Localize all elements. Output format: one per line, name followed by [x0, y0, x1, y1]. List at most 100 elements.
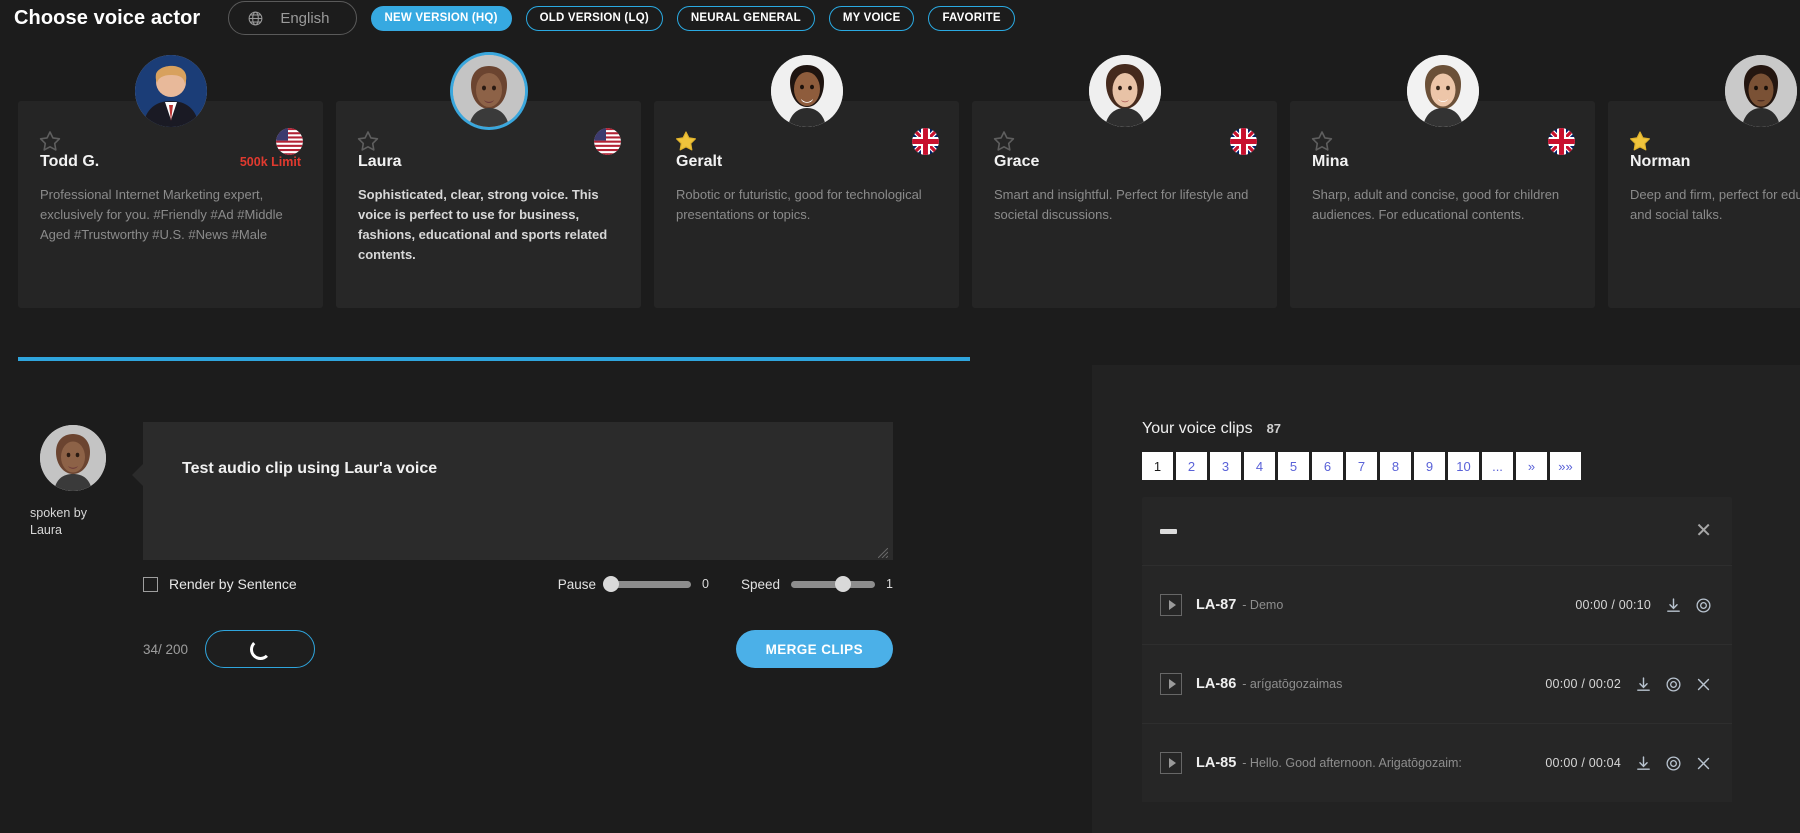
page-button-6[interactable]: 6: [1312, 452, 1343, 480]
uk-flag-icon: [912, 128, 939, 155]
avatar: [1406, 55, 1479, 127]
page-button-3[interactable]: 3: [1210, 452, 1241, 480]
target-icon[interactable]: [1695, 597, 1712, 614]
voice-card-laura[interactable]: Laura Sophisticated, clear, strong voice…: [336, 55, 641, 308]
clip-label: LA-85 - Hello. Good afternoon. Arigatōgo…: [1196, 755, 1531, 771]
delete-icon[interactable]: [1695, 755, 1712, 772]
voice-name: Norman: [1630, 153, 1691, 170]
render-button[interactable]: [205, 630, 316, 668]
page-button-1[interactable]: 1: [1142, 452, 1173, 480]
clip-time: 00:00 / 00:04: [1545, 756, 1621, 770]
voice-limit-badge: 500k Limit: [239, 155, 301, 169]
page-button-8[interactable]: 8: [1380, 452, 1411, 480]
page-button-next[interactable]: »: [1516, 452, 1547, 480]
clips-count: 87: [1266, 421, 1282, 436]
text-input-bubble[interactable]: Test audio clip using Laur'a voice: [132, 422, 893, 560]
voice-name: Geralt: [676, 153, 723, 170]
clip-row-la-87[interactable]: LA-87 - Demo 00:00 / 00:10: [1142, 565, 1732, 644]
language-selector[interactable]: English: [228, 1, 357, 35]
clip-row-la-86[interactable]: LA-86 - arígatōgozaimas 00:00 / 00:02: [1142, 644, 1732, 723]
speed-slider[interactable]: [791, 576, 876, 592]
render-by-sentence-label: Render by Sentence: [169, 576, 297, 592]
avatar: [770, 55, 843, 127]
clip-text: - Hello. Good afternoon. Arigatōgozaim:: [1242, 756, 1462, 770]
voice-description: Sharp, adult and concise, good for child…: [1312, 187, 1560, 223]
favorite-star-icon[interactable]: [1310, 129, 1334, 153]
page-button-10[interactable]: 10: [1448, 452, 1479, 480]
voice-name: Mina: [1312, 153, 1349, 170]
play-icon[interactable]: [1160, 594, 1182, 616]
clip-row-la-85[interactable]: LA-85 - Hello. Good afternoon. Arigatōgo…: [1142, 723, 1732, 802]
voice-editor-panel: spoken by Laura Test audio clip using La…: [0, 392, 1092, 833]
clip-text: - arígatōgozaimas: [1242, 677, 1343, 691]
voice-card-mina[interactable]: Mina Sharp, adult and concise, good for …: [1290, 55, 1595, 308]
voice-card-norman[interactable]: Norman Deep and firm, perfect for educat…: [1608, 55, 1800, 308]
download-icon[interactable]: [1635, 676, 1652, 693]
favorite-star-icon[interactable]: [1628, 129, 1652, 153]
avatar: [40, 425, 106, 491]
page-button-2[interactable]: 2: [1176, 452, 1207, 480]
clip-actions: [1665, 597, 1712, 614]
merge-selection-bar: ✕: [1142, 497, 1732, 565]
pause-slider-group: Pause 0: [557, 576, 709, 592]
favorite-star-icon[interactable]: [356, 129, 380, 153]
clip-actions: [1635, 676, 1712, 693]
page-button-last[interactable]: »»: [1550, 452, 1581, 480]
globe-icon: [247, 10, 264, 27]
page-button-9[interactable]: 9: [1414, 452, 1445, 480]
download-icon[interactable]: [1635, 755, 1652, 772]
tab-new-version-hq[interactable]: NEW VERSION (HQ): [370, 5, 512, 31]
script-textarea[interactable]: Test audio clip using Laur'a voice: [132, 422, 893, 560]
voice-card-geralt[interactable]: Geralt Robotic or futuristic, good for t…: [654, 55, 959, 308]
voice-description: Professional Internet Marketing expert, …: [40, 187, 283, 243]
speaker-info: spoken by Laura: [30, 425, 116, 539]
merge-clips-button[interactable]: MERGE CLIPS: [735, 630, 893, 668]
clip-label: LA-86 - arígatōgozaimas: [1196, 676, 1531, 692]
page-button-4[interactable]: 4: [1244, 452, 1275, 480]
voice-actor-card-list: Todd G. 500k Limit Professional Internet…: [0, 55, 1800, 320]
render-by-sentence-checkbox[interactable]: [143, 576, 158, 592]
voice-description: Robotic or futuristic, good for technolo…: [676, 187, 922, 223]
voice-card-todd-g[interactable]: Todd G. 500k Limit Professional Internet…: [18, 55, 323, 308]
tab-old-version-lq[interactable]: OLD VERSION (LQ): [525, 5, 663, 31]
voice-description: Smart and insightful. Perfect for lifest…: [994, 187, 1249, 223]
clip-time: 00:00 / 00:10: [1575, 598, 1651, 612]
pause-slider[interactable]: [603, 576, 692, 592]
voice-name: Todd G.: [40, 153, 100, 170]
pagination: 1 2 3 4 5 6 7 8 9 10 ... » »»: [1092, 438, 1800, 480]
delete-icon[interactable]: [1695, 676, 1712, 693]
clips-title: Your voice clips: [1142, 420, 1253, 437]
voice-card-header: Norman: [1630, 153, 1800, 171]
target-icon[interactable]: [1665, 755, 1682, 772]
avatar: [452, 55, 525, 127]
page-button-5[interactable]: 5: [1278, 452, 1309, 480]
close-icon[interactable]: ✕: [1695, 521, 1712, 541]
avatar: [1724, 55, 1797, 127]
target-icon[interactable]: [1665, 676, 1682, 693]
clip-actions: [1635, 755, 1712, 772]
page-button-7[interactable]: 7: [1346, 452, 1377, 480]
favorite-star-icon[interactable]: [674, 129, 698, 153]
favorite-star-icon[interactable]: [992, 129, 1016, 153]
tab-my-voice[interactable]: MY VOICE: [828, 5, 915, 31]
favorite-star-icon[interactable]: [38, 129, 62, 153]
download-icon[interactable]: [1665, 597, 1682, 614]
resize-grip-icon[interactable]: [877, 545, 889, 559]
pause-label: Pause: [557, 576, 597, 592]
page-button-ellipsis[interactable]: ...: [1482, 452, 1513, 480]
tab-favorite[interactable]: FAVORITE: [928, 5, 1015, 31]
voice-card-header: Todd G. 500k Limit: [40, 153, 301, 171]
voice-name: Grace: [994, 153, 1040, 170]
voice-card-header: Laura: [358, 153, 619, 171]
uk-flag-icon: [1548, 128, 1575, 155]
tab-neural-general[interactable]: NEURAL GENERAL: [676, 5, 815, 31]
voice-card-grace[interactable]: Grace Smart and insightful. Perfect for …: [972, 55, 1277, 308]
voice-name: Laura: [358, 153, 402, 170]
editor-controls-row: Render by Sentence Pause 0 Speed 1: [143, 572, 893, 596]
voice-card-header: Mina: [1312, 153, 1573, 171]
play-icon[interactable]: [1160, 752, 1182, 774]
clip-id: LA-86: [1196, 676, 1237, 692]
play-icon[interactable]: [1160, 673, 1182, 695]
section-divider: [18, 357, 970, 361]
us-flag-icon: [276, 128, 303, 155]
